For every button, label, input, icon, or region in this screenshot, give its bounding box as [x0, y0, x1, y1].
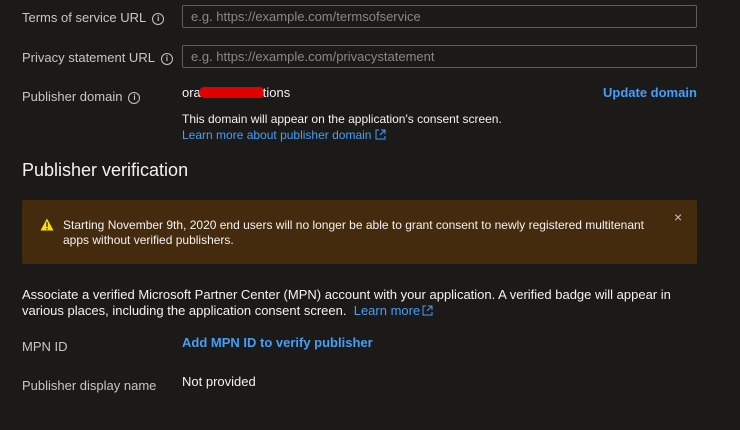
redaction-mark: [198, 87, 265, 98]
terms-of-service-input[interactable]: [182, 5, 697, 28]
publisher-domain-value: ora tions: [182, 85, 290, 100]
close-icon[interactable]: ×: [674, 209, 682, 225]
publisher-verification-title: Publisher verification: [22, 160, 189, 180]
external-link-icon: [422, 304, 433, 320]
verification-description-text: Associate a verified Microsoft Partner C…: [22, 287, 671, 318]
privacy-statement-label: Privacy statement URL i: [22, 50, 173, 65]
info-icon[interactable]: i: [128, 92, 141, 104]
warning-message-bar: Starting November 9th, 2020 end users wi…: [22, 200, 697, 264]
warning-icon: [40, 218, 54, 234]
publisher-domain-label-text: Publisher domain: [22, 89, 123, 104]
publisher-domain-value-end: tions: [262, 85, 291, 100]
verification-description: Associate a verified Microsoft Partner C…: [22, 287, 712, 320]
publisher-domain-note: This domain will appear on the applicati…: [182, 112, 502, 126]
publisher-display-name-label: Publisher display name: [22, 378, 157, 393]
add-mpn-id-link[interactable]: Add MPN ID to verify publisher: [182, 335, 373, 350]
external-link-icon: [375, 129, 386, 143]
privacy-statement-label-text: Privacy statement URL: [22, 50, 155, 65]
mpn-id-label: MPN ID: [22, 339, 68, 354]
publisher-domain-label: Publisher domain i: [22, 89, 141, 104]
update-domain-link[interactable]: Update domain: [603, 85, 697, 100]
learn-more-publisher-domain[interactable]: Learn more about publisher domain: [182, 128, 386, 143]
info-icon[interactable]: i: [160, 53, 173, 65]
learn-more-publisher-domain-text[interactable]: Learn more about publisher domain: [182, 128, 371, 142]
privacy-statement-input[interactable]: [182, 45, 697, 68]
terms-of-service-label: Terms of service URL i: [22, 10, 165, 25]
learn-more-link[interactable]: Learn more: [354, 303, 420, 318]
publisher-domain-value-start: ora: [182, 85, 201, 100]
info-icon[interactable]: i: [152, 13, 165, 25]
publisher-display-name-value: Not provided: [182, 374, 256, 389]
warning-text: Starting November 9th, 2020 end users wi…: [63, 218, 645, 247]
terms-of-service-label-text: Terms of service URL: [22, 10, 147, 25]
